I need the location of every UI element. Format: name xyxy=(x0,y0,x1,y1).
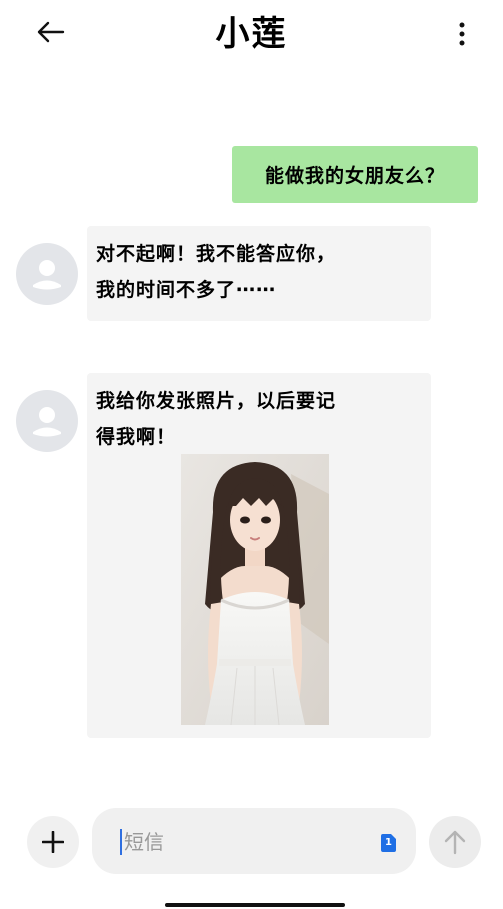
home-indicator xyxy=(165,903,345,907)
chat-header: 小莲 xyxy=(0,0,503,64)
incoming-message-bubble[interactable]: 对不起啊！我不能答应你， 我的时间不多了⋯⋯ xyxy=(87,226,431,321)
message-line: 得我啊！ xyxy=(96,426,177,448)
send-button[interactable] xyxy=(429,816,481,868)
add-attachment-button[interactable] xyxy=(27,816,79,868)
sim-card-badge[interactable]: 1 xyxy=(381,834,396,852)
contact-avatar-icon xyxy=(33,260,61,290)
photo-attachment[interactable] xyxy=(181,454,329,725)
page-title: 小莲 xyxy=(215,14,288,54)
outgoing-message-bubble[interactable]: 能做我的女朋友么？ xyxy=(232,146,478,203)
message-line: 我的时间不多了⋯⋯ xyxy=(96,279,277,301)
avatar[interactable] xyxy=(16,390,78,452)
avatar[interactable] xyxy=(16,243,78,305)
plus-icon xyxy=(42,831,64,853)
arrow-up-icon xyxy=(444,830,466,855)
text-cursor xyxy=(120,829,122,855)
sim-number-label: 1 xyxy=(385,837,392,848)
message-text: 能做我的女朋友么？ xyxy=(264,165,445,187)
message-line: 我给你发张照片，以后要记 xyxy=(96,390,337,412)
more-options-button[interactable] xyxy=(446,18,478,50)
more-vertical-icon xyxy=(459,22,465,46)
girl-photo-image xyxy=(181,454,329,725)
message-input[interactable] xyxy=(124,826,364,858)
contact-avatar-icon xyxy=(33,407,61,437)
message-line: 对不起啊！我不能答应你， xyxy=(96,243,337,265)
